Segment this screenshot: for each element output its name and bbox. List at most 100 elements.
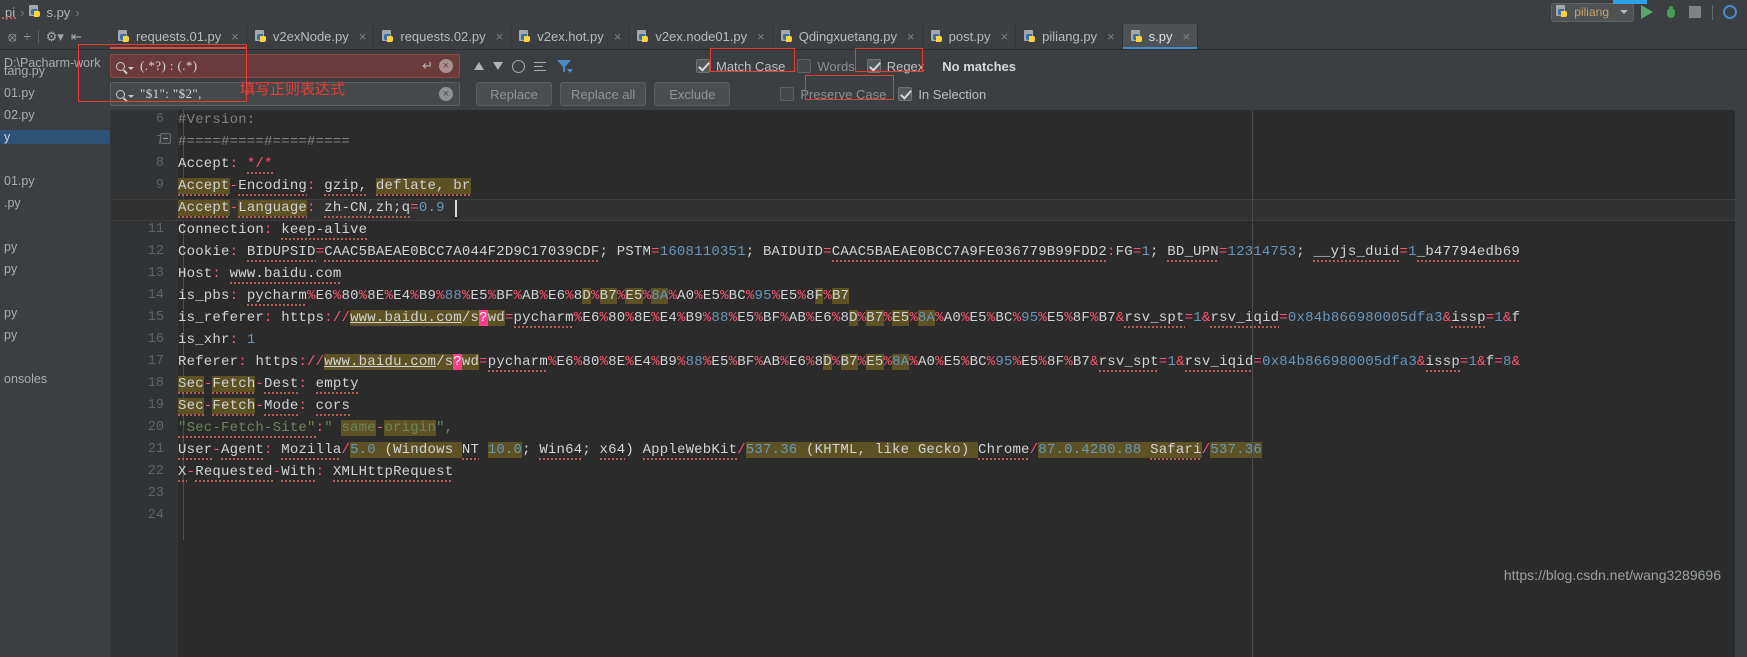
breadcrumb-item-pi[interactable]: pi (2, 5, 19, 20)
editor-tab-requests-02-py[interactable]: requests.02.py × (374, 24, 512, 49)
clear-replace-icon[interactable]: × (439, 87, 453, 101)
replace-search-icon[interactable] (116, 89, 134, 99)
python-file-icon (1130, 29, 1144, 44)
find-next-icon[interactable] (493, 62, 503, 70)
editor-gutter[interactable]: 6789101112131415161718192021222324 (110, 110, 178, 657)
find-nav-icons (474, 59, 573, 73)
preserve-case-checkbox[interactable]: Preserve Case (774, 87, 892, 102)
project-item-9[interactable]: py (4, 328, 17, 342)
code-line-6: #Version: (178, 112, 256, 128)
run-button[interactable] (1636, 1, 1658, 23)
match-case-label: Match Case (716, 58, 786, 74)
words-checkbox[interactable]: Words (791, 59, 860, 74)
close-icon[interactable]: × (496, 29, 504, 44)
breadcrumb-item-file[interactable]: s.py (26, 5, 73, 20)
close-icon[interactable]: × (231, 29, 239, 44)
editor-scrollbar[interactable] (1735, 110, 1747, 657)
find-toggle-lines-icon[interactable] (534, 61, 548, 72)
editor-tab-label: v2ex.hot.py (537, 29, 604, 44)
editor-tab-piliang-py[interactable]: piliang.py × (1016, 24, 1123, 49)
close-icon[interactable]: × (1107, 29, 1115, 44)
editor-tab-v2exnode-py[interactable]: v2exNode.py × (247, 24, 375, 49)
gear-icon[interactable]: ⚙▾ (46, 30, 64, 43)
editor-right-margin-line (1252, 110, 1253, 657)
editor-tab-v2ex-hot-py[interactable]: v2ex.hot.py × (511, 24, 630, 49)
code-line-20: "Sec-Fetch-Site":" same-origin", (178, 420, 454, 436)
close-icon[interactable]: × (614, 29, 622, 44)
close-icon[interactable]: × (359, 29, 367, 44)
active-tab-indicator-top (1613, 0, 1647, 4)
stop-button[interactable] (1684, 1, 1706, 23)
find-row: (.*?) : (.*) ↵ × Match Case Words Regex … (110, 53, 1016, 79)
project-item-7[interactable]: py (4, 262, 17, 276)
breadcrumb-separator: › (20, 4, 25, 20)
search-everywhere-button[interactable] (1719, 1, 1741, 23)
close-icon[interactable]: × (1001, 29, 1009, 44)
exclude-button[interactable]: Exclude (654, 82, 731, 106)
tab-gutter-actions: ⦻ ÷ ⚙▾ ⇤ (0, 24, 110, 49)
search-icon[interactable] (116, 61, 134, 71)
words-label: Words (817, 58, 855, 74)
find-previous-icon[interactable] (474, 62, 484, 70)
filter-icon[interactable] (557, 59, 573, 73)
project-item-1[interactable]: 01.py (4, 86, 35, 100)
stop-icon (1689, 6, 1701, 18)
line-number-8: 8 (155, 156, 164, 171)
project-item-5[interactable]: .py (4, 196, 21, 210)
debug-button[interactable] (1660, 1, 1682, 23)
project-item-8[interactable]: py (4, 306, 17, 320)
editor-tab-bar: ⦻ ÷ ⚙▾ ⇤ requests.01.py × v2exNode.py × requ… (0, 24, 1747, 50)
project-item-6[interactable]: py (4, 240, 17, 254)
editor-tab-v2ex-node01-py[interactable]: v2ex.node01.py × (629, 24, 773, 49)
python-config-icon (1556, 5, 1569, 19)
find-status-text: No matches (942, 58, 1016, 74)
python-file-icon (930, 29, 944, 44)
code-line-22: X-Requested-With: XMLHttpRequest (178, 464, 454, 480)
python-file-icon (254, 29, 268, 44)
close-icon[interactable]: × (907, 29, 915, 44)
run-configuration-label: piliang (1574, 5, 1609, 19)
project-item-4[interactable]: 01.py (4, 174, 35, 188)
python-file-icon (780, 29, 794, 44)
project-item-2[interactable]: 02.py (4, 108, 35, 122)
expand-all-icon[interactable]: ÷ (24, 30, 31, 43)
project-item-10[interactable]: onsoles (4, 372, 47, 386)
editor-tab-s-py[interactable]: s.py × (1122, 24, 1199, 49)
editor-tab-qdingxuetang-py[interactable]: Qdingxuetang.py × (773, 24, 923, 49)
bug-icon (1664, 5, 1678, 19)
close-icon[interactable]: × (1183, 29, 1191, 44)
python-file-icon (118, 29, 131, 44)
run-configuration-selector[interactable]: piliang (1551, 2, 1634, 22)
replace-all-button[interactable]: Replace all (560, 82, 647, 106)
replace-button[interactable]: Replace (476, 82, 552, 106)
gutter-divider (37, 30, 39, 43)
play-icon (1641, 5, 1653, 19)
find-in-selection-scope-icon[interactable] (512, 59, 525, 73)
editor-tab-label: post.py (948, 29, 991, 44)
editor-tab-label: requests.02.py (400, 29, 486, 44)
editor-tabs: requests.01.py × v2exNode.py × requests.02.p… (110, 24, 1199, 49)
editor-tab-requests-01-py[interactable]: requests.01.py × (110, 24, 247, 49)
match-case-checkbox[interactable]: Match Case (690, 59, 791, 74)
search-input-value: (.*?) : (.*) (140, 58, 198, 73)
annotation-regex-hint: 填写正则表达式 (240, 80, 346, 98)
search-input[interactable]: (.*?) : (.*) ↵ × (110, 54, 460, 78)
line-number-17: 17 (147, 354, 164, 369)
find-options-row-2: Preserve Case In Selection (774, 87, 992, 102)
close-icon[interactable]: × (757, 29, 765, 44)
line-number-18: 18 (147, 376, 164, 391)
collapse-all-icon[interactable]: ⦻ (8, 30, 17, 43)
editor-tab-post-py[interactable]: post.py × (923, 24, 1017, 49)
regex-checkbox[interactable]: Regex (861, 59, 931, 74)
line-number-9: 9 (155, 178, 164, 193)
project-item-3[interactable]: y (0, 130, 110, 144)
code-editor[interactable]: 6789101112131415161718192021222324 #Vers… (110, 110, 1747, 657)
fold-collapse-icon[interactable] (160, 133, 171, 144)
line-number-13: 13 (147, 266, 164, 281)
editor-tab-label: v2exNode.py (272, 29, 349, 44)
in-selection-checkbox[interactable]: In Selection (892, 87, 992, 102)
line-number-16: 16 (147, 332, 164, 347)
breadcrumb-bar: pi › s.py › piliang (0, 0, 1747, 24)
hide-panel-icon[interactable]: ⇤ (71, 30, 82, 43)
clear-search-icon[interactable]: × (439, 59, 453, 73)
